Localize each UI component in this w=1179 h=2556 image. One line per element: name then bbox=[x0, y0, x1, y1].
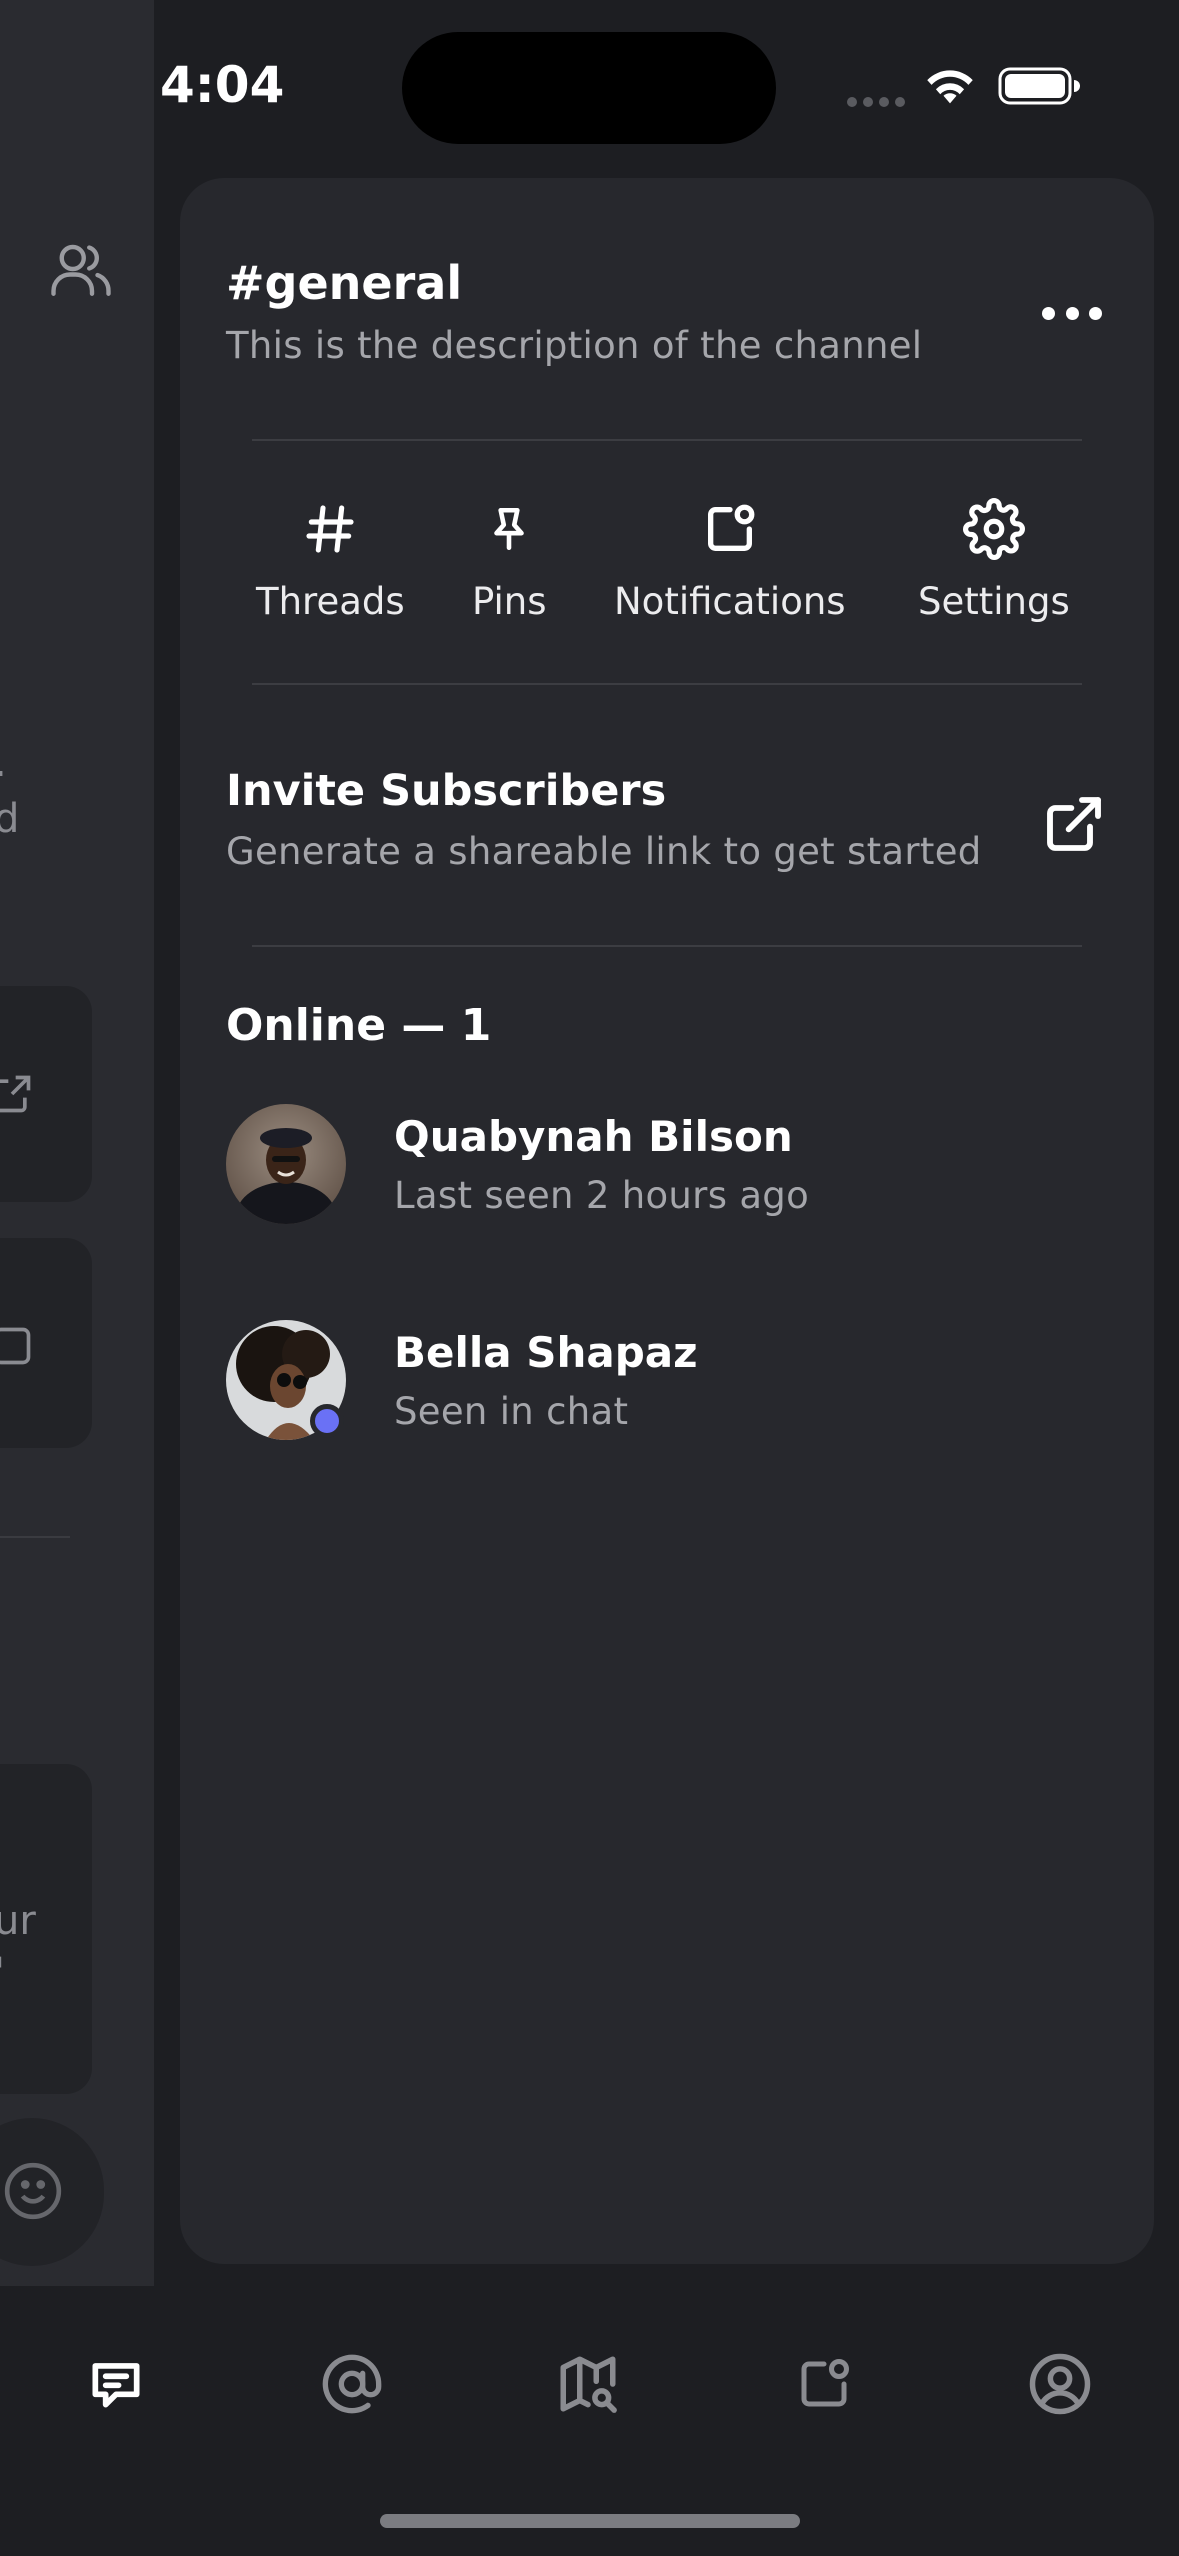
divider bbox=[252, 683, 1082, 685]
external-link-icon[interactable] bbox=[1042, 792, 1106, 856]
action-label: Notifications bbox=[614, 580, 846, 623]
dynamic-island bbox=[402, 32, 776, 144]
pin-icon bbox=[476, 496, 542, 562]
divider bbox=[252, 945, 1082, 947]
member-row[interactable]: Quabynah Bilson Last seen 2 hours ago bbox=[226, 1104, 1106, 1228]
status-bar: 4:04 bbox=[0, 0, 1179, 160]
action-threads[interactable]: Threads bbox=[256, 496, 405, 623]
background-card: ur ' bbox=[0, 1764, 92, 2094]
cellular-signal-icon bbox=[847, 97, 905, 107]
invite-subtitle: Generate a shareable link to get started bbox=[226, 830, 982, 873]
notification-icon bbox=[801, 2359, 849, 2407]
notification-icon bbox=[697, 496, 763, 562]
action-notifications[interactable]: Notifications bbox=[614, 496, 846, 623]
channel-actions: Threads Pins Notifications Settings bbox=[220, 496, 1120, 656]
background-card bbox=[0, 1238, 92, 1448]
channel-details-panel: #general This is the description of the … bbox=[180, 178, 1154, 2264]
fragment-text: ' bbox=[0, 1950, 5, 1996]
action-settings[interactable]: Settings bbox=[918, 496, 1070, 623]
channel-title: #general bbox=[226, 256, 463, 310]
online-heading: Online — 1 bbox=[226, 1000, 492, 1051]
home-indicator[interactable] bbox=[380, 2514, 800, 2528]
more-options-button[interactable] bbox=[1042, 298, 1102, 328]
member-status: Seen in chat bbox=[394, 1390, 629, 1433]
battery-icon bbox=[998, 67, 1080, 105]
online-status-dot bbox=[310, 1404, 344, 1438]
fragment-text: . bbox=[0, 740, 7, 786]
background-channel-view: . d ur ' bbox=[0, 0, 154, 2286]
tab-notifications[interactable] bbox=[784, 2344, 864, 2424]
invite-title[interactable]: Invite Subscribers bbox=[226, 766, 666, 816]
fragment-text: ur bbox=[0, 1898, 36, 1944]
avatar bbox=[226, 1104, 346, 1224]
dot-icon bbox=[1065, 306, 1079, 320]
status-time: 4:04 bbox=[160, 56, 285, 114]
emoji-button[interactable] bbox=[0, 2118, 104, 2266]
member-name: Quabynah Bilson bbox=[394, 1112, 793, 1161]
dot-icon bbox=[1042, 306, 1055, 320]
divider bbox=[252, 439, 1082, 441]
action-label: Pins bbox=[472, 580, 547, 623]
background-card bbox=[0, 986, 92, 1202]
chat-icon bbox=[92, 2363, 140, 2408]
member-name: Bella Shapaz bbox=[394, 1328, 698, 1377]
members-icon[interactable] bbox=[48, 236, 114, 302]
channel-description: This is the description of the channel bbox=[226, 324, 923, 367]
hash-icon bbox=[297, 496, 363, 562]
gear-icon bbox=[961, 496, 1027, 562]
profile-icon bbox=[1029, 2353, 1091, 2415]
member-status: Last seen 2 hours ago bbox=[394, 1174, 810, 1217]
wifi-icon bbox=[927, 70, 973, 104]
action-label: Threads bbox=[256, 580, 405, 623]
action-pins[interactable]: Pins bbox=[472, 496, 547, 623]
tab-map[interactable] bbox=[548, 2344, 628, 2424]
fragment-text: d bbox=[0, 796, 20, 842]
dot-icon bbox=[1089, 306, 1102, 320]
map-search-icon bbox=[560, 2356, 617, 2413]
mention-icon bbox=[322, 2354, 382, 2414]
action-label: Settings bbox=[918, 580, 1070, 623]
tab-mentions[interactable] bbox=[312, 2344, 392, 2424]
member-row[interactable]: Bella Shapaz Seen in chat bbox=[226, 1320, 1106, 1444]
tab-profile[interactable] bbox=[1020, 2344, 1100, 2424]
tab-chat[interactable] bbox=[76, 2344, 156, 2424]
divider bbox=[0, 1536, 70, 1538]
